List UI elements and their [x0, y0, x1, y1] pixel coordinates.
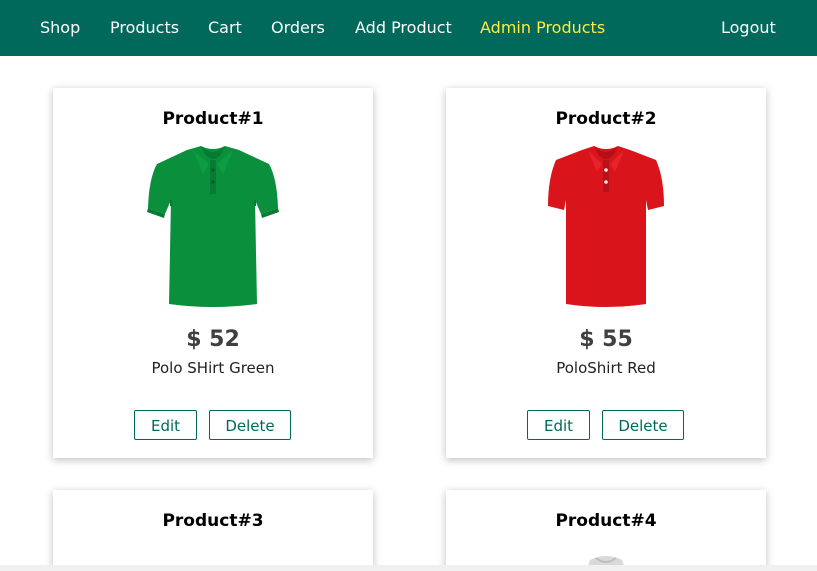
polo-shirt-red-image [548, 146, 664, 307]
edit-button[interactable]: Edit [134, 410, 197, 440]
product-description: PoloShirt Red [556, 359, 656, 377]
main-navbar: Shop Products Cart Orders Add Product Ad… [0, 0, 817, 56]
nav-link-add-product[interactable]: Add Product [355, 17, 452, 39]
product-card: Product#1 $ 52 Polo SHirt Green Edit Del… [53, 88, 373, 458]
product-price: $ 52 [186, 327, 240, 352]
product-price: $ 55 [579, 327, 633, 352]
delete-button[interactable]: Delete [209, 410, 291, 440]
product-title: Product#3 [162, 511, 264, 531]
edit-button[interactable]: Edit [527, 410, 590, 440]
product-description: Polo SHirt Green [151, 359, 275, 377]
nav-link-logout[interactable]: Logout [721, 17, 776, 39]
nav-link-admin-products[interactable]: Admin Products [480, 17, 605, 39]
nav-link-shop[interactable]: Shop [40, 17, 80, 39]
nav-link-orders[interactable]: Orders [271, 17, 325, 39]
product-card: Product#4 [446, 490, 766, 571]
product-card: Product#2 $ 55 PoloShirt Red Edit Delete [446, 88, 766, 458]
product-title: Product#1 [162, 109, 264, 129]
delete-button[interactable]: Delete [602, 410, 684, 440]
nav-link-cart[interactable]: Cart [208, 17, 242, 39]
product-title: Product#4 [555, 511, 657, 531]
nav-link-products[interactable]: Products [110, 17, 179, 39]
product-title: Product#2 [555, 109, 657, 129]
polo-shirt-green-image [147, 146, 279, 307]
scrollbar-track [0, 565, 817, 571]
product-card: Product#3 [53, 490, 373, 571]
